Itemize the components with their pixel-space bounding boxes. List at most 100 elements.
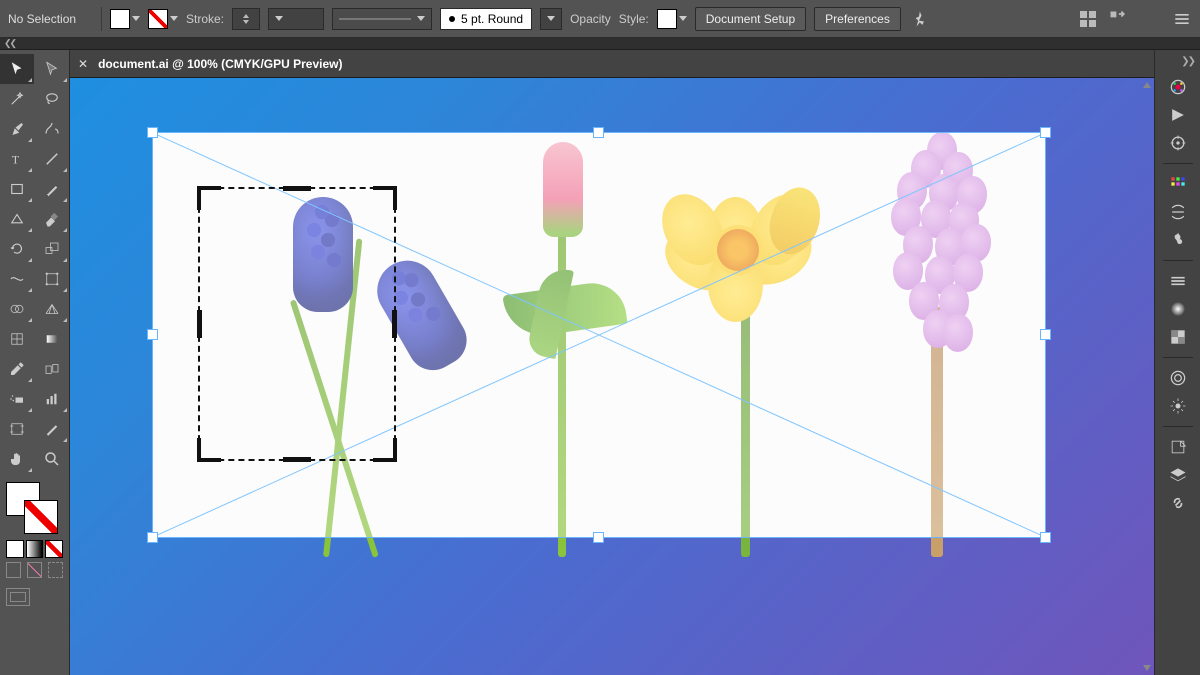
layers-panel-button[interactable]	[1161, 461, 1195, 489]
paintbrush-tool[interactable]	[35, 174, 69, 204]
curvature-tool[interactable]	[35, 114, 69, 144]
magic-wand-tool[interactable]	[0, 84, 34, 114]
panel-collapse-strip[interactable]: ❮❮	[0, 38, 1200, 50]
shape-builder-tool[interactable]	[0, 294, 34, 324]
symbols-panel-button[interactable]	[1161, 226, 1195, 254]
draw-normal-icon[interactable]	[6, 562, 21, 578]
brush-definition-select[interactable]: 5 pt. Round	[440, 8, 532, 30]
artboard-tool[interactable]	[0, 414, 34, 444]
canvas[interactable]	[70, 78, 1154, 675]
chevron-down-icon	[132, 16, 140, 21]
stepper-down-icon	[243, 20, 249, 24]
tool-grid: T	[0, 54, 69, 474]
preferences-button[interactable]: Preferences	[814, 7, 901, 31]
pen-tool[interactable]	[0, 114, 34, 144]
perspective-grid-tool[interactable]	[35, 294, 69, 324]
chevron-down-icon	[417, 16, 425, 21]
mesh-tool[interactable]	[0, 324, 34, 354]
fill-swatch-icon	[110, 9, 130, 29]
screen-mode-toggle[interactable]	[0, 582, 69, 612]
free-transform-tool[interactable]	[35, 264, 69, 294]
document-area: ✕ document.ai @ 100% (CMYK/GPU Preview)	[70, 50, 1154, 675]
type-tool[interactable]: T	[0, 144, 34, 174]
blend-tool[interactable]	[35, 354, 69, 384]
draw-inside-icon[interactable]	[48, 562, 63, 578]
dock-separator	[1163, 260, 1193, 261]
chevron-down-icon	[679, 16, 687, 21]
dock-separator	[1163, 163, 1193, 164]
top-bar-right-icons	[1078, 9, 1192, 29]
style-swatch-icon	[657, 9, 677, 29]
color-panel-button[interactable]	[1161, 170, 1195, 198]
preferences-label: Preferences	[825, 12, 890, 26]
shape-panel-button[interactable]	[1161, 101, 1195, 129]
hand-tool[interactable]	[0, 444, 34, 474]
main-row: T	[0, 50, 1200, 675]
rectangle-tool[interactable]	[0, 174, 34, 204]
stroke-swatch-control[interactable]	[148, 9, 178, 29]
brushes-panel-button[interactable]	[1161, 392, 1195, 420]
color-mode-solid[interactable]	[6, 540, 24, 558]
selection-tool[interactable]	[0, 54, 34, 84]
fill-swatch-control[interactable]	[110, 9, 140, 29]
asset-export-button[interactable]	[1161, 433, 1195, 461]
color-mode-none[interactable]	[45, 540, 63, 558]
properties-panel-button[interactable]	[1161, 73, 1195, 101]
align-panel-button[interactable]	[1078, 9, 1098, 29]
eyedropper-tool[interactable]	[0, 354, 34, 384]
document-tab-title[interactable]: document.ai @ 100% (CMYK/GPU Preview)	[98, 57, 342, 71]
scale-tool[interactable]	[35, 234, 69, 264]
vertical-scrollbar[interactable]	[1140, 78, 1154, 675]
style-label: Style:	[619, 12, 649, 26]
tab-close-button[interactable]: ✕	[78, 57, 88, 71]
zoom-tool[interactable]	[35, 444, 69, 474]
stepper-up-icon	[243, 14, 249, 18]
fill-stroke-indicator[interactable]	[0, 480, 69, 540]
slice-tool[interactable]	[35, 414, 69, 444]
transparency-panel-button[interactable]	[1161, 323, 1195, 351]
graphic-style-select[interactable]	[657, 9, 687, 29]
stroke-panel-button[interactable]	[1161, 267, 1195, 295]
color-mode-gradient[interactable]	[26, 540, 44, 558]
divider	[101, 7, 102, 31]
column-graph-tool[interactable]	[35, 384, 69, 414]
gradient-tool[interactable]	[35, 324, 69, 354]
brush-label: 5 pt. Round	[461, 12, 523, 26]
rotate-tool[interactable]	[0, 234, 34, 264]
swatches-panel-button[interactable]	[1161, 198, 1195, 226]
eraser-tool[interactable]	[35, 204, 69, 234]
links-panel-button[interactable]	[1161, 489, 1195, 517]
brush-dropdown[interactable]	[540, 8, 562, 30]
width-tool[interactable]	[0, 264, 34, 294]
variable-width-profile-select[interactable]	[332, 8, 432, 30]
panel-menu-button[interactable]	[1172, 9, 1192, 29]
target-panel-button[interactable]	[1161, 129, 1195, 157]
cc-libraries-button[interactable]	[1161, 364, 1195, 392]
brush-dot-icon	[449, 16, 455, 22]
stroke-weight-stepper[interactable]	[232, 8, 260, 30]
color-mode-row	[0, 540, 69, 558]
transform-icon	[1108, 9, 1128, 29]
right-panel-dock: ❯❯	[1154, 50, 1200, 675]
gradient-panel-button[interactable]	[1161, 295, 1195, 323]
symbol-sprayer-tool[interactable]	[0, 384, 34, 414]
line-segment-tool[interactable]	[35, 144, 69, 174]
control-bar: No Selection Stroke: 5 pt. Round Opacity…	[0, 0, 1200, 38]
pin-toggle-button[interactable]	[909, 9, 929, 29]
draw-behind-icon[interactable]	[27, 562, 42, 578]
draw-mode-row	[0, 558, 69, 582]
document-setup-button[interactable]: Document Setup	[695, 7, 806, 31]
selection-status-label: No Selection	[8, 12, 93, 26]
hamburger-icon	[1172, 9, 1192, 29]
direct-selection-tool[interactable]	[35, 54, 69, 84]
screen-mode-icon	[6, 588, 30, 606]
dock-separator	[1163, 426, 1193, 427]
lasso-tool[interactable]	[35, 84, 69, 114]
double-chevron-right-icon[interactable]: ❯❯	[1181, 56, 1200, 73]
uniform-profile-icon	[339, 18, 411, 20]
grid-icon	[1080, 11, 1096, 27]
stroke-weight-select[interactable]	[268, 8, 324, 30]
transform-panel-button[interactable]	[1108, 9, 1128, 29]
svg-text:T: T	[12, 153, 20, 167]
shaper-tool[interactable]	[0, 204, 34, 234]
